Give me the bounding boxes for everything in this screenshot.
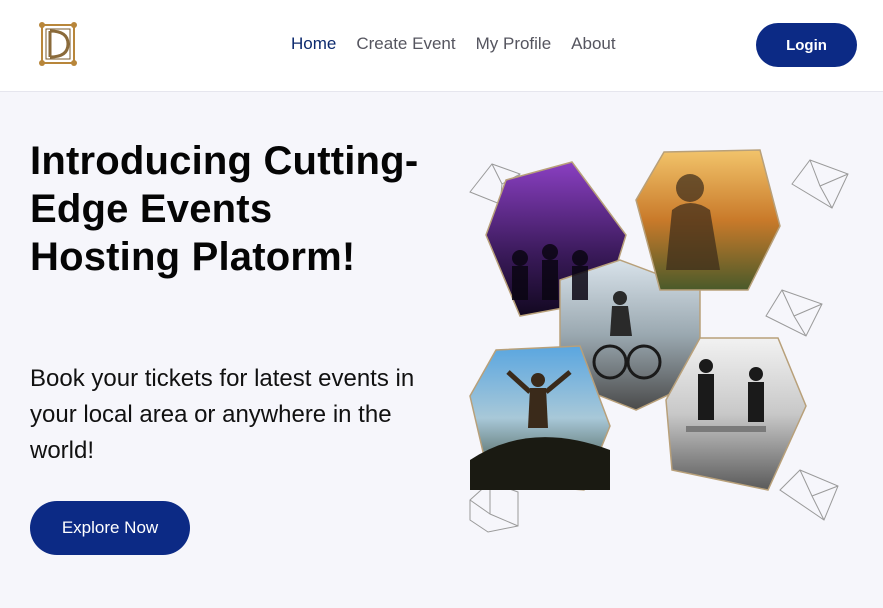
login-button[interactable]: Login [756,23,857,67]
event-photo-collage-icon [469,149,849,533]
hero-title: Introducing Cutting-Edge Events Hosting … [30,139,419,279]
main-nav: Home Create Event My Profile About [291,34,616,54]
brand-logo-icon[interactable] [36,19,80,69]
nav-home-link[interactable]: Home [291,34,336,54]
nav-my-profile-link[interactable]: My Profile [476,34,552,54]
hero-subtitle: Book your tickets for latest events in y… [30,365,415,464]
nav-create-event-link[interactable]: Create Event [356,34,455,54]
top-navbar: Home Create Event My Profile About Login [0,0,883,92]
nav-about-link[interactable]: About [571,34,615,54]
explore-now-button[interactable]: Explore Now [30,501,190,555]
